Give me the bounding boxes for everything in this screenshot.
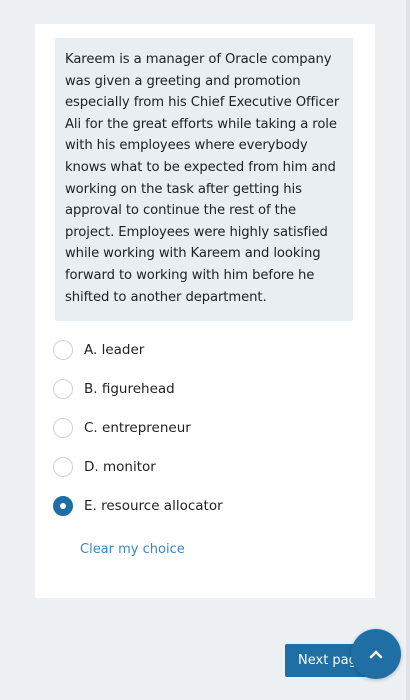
option-label: E. resource allocator bbox=[84, 497, 223, 514]
option-b[interactable]: B. figurehead bbox=[53, 369, 353, 408]
chevron-up-icon bbox=[369, 649, 383, 659]
radio-button[interactable] bbox=[53, 378, 73, 399]
question-text-box: Kareem is a manager of Oracle company wa… bbox=[55, 38, 353, 322]
option-c[interactable]: C. entrepreneur bbox=[53, 408, 353, 447]
option-label: A. leader bbox=[84, 341, 145, 358]
option-label: C. entrepreneur bbox=[84, 419, 191, 436]
radio-button[interactable] bbox=[53, 417, 73, 438]
clear-choice-link[interactable]: Clear my choice bbox=[80, 542, 185, 557]
radio-button-selected[interactable] bbox=[53, 495, 73, 516]
scrollbar-edge bbox=[406, 0, 410, 700]
radio-button[interactable] bbox=[53, 339, 73, 360]
question-text: Kareem is a manager of Oracle company wa… bbox=[65, 52, 340, 305]
radio-button[interactable] bbox=[53, 456, 73, 477]
answer-options: A. leader B. figurehead C. entrepreneur … bbox=[53, 330, 353, 525]
option-d[interactable]: D. monitor bbox=[53, 447, 353, 486]
option-e[interactable]: E. resource allocator bbox=[53, 486, 353, 525]
option-a[interactable]: A. leader bbox=[53, 330, 353, 369]
question-card: Kareem is a manager of Oracle company wa… bbox=[35, 24, 375, 598]
option-label: B. figurehead bbox=[84, 380, 175, 397]
scroll-to-top-button[interactable] bbox=[351, 629, 401, 679]
quiz-page: Kareem is a manager of Oracle company wa… bbox=[0, 0, 410, 700]
option-label: D. monitor bbox=[84, 458, 156, 475]
